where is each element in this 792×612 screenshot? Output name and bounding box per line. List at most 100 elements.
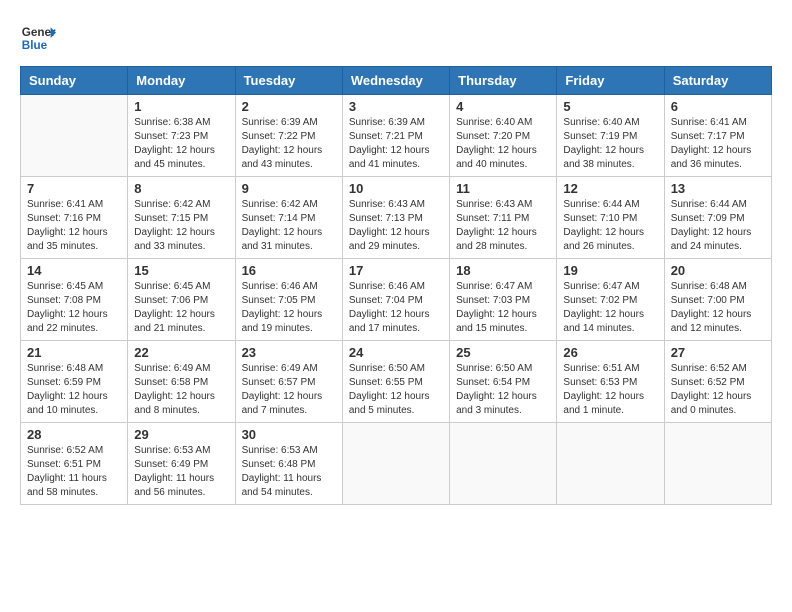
day-info: Sunrise: 6:40 AM Sunset: 7:20 PM Dayligh…	[456, 116, 550, 172]
weekday-header-row: SundayMondayTuesdayWednesdayThursdayFrid…	[21, 67, 772, 95]
calendar-cell: 11Sunrise: 6:43 AM Sunset: 7:11 PM Dayli…	[450, 177, 557, 259]
calendar-cell: 24 Sunrise: 6:50 AM Sunset: 6:55 PM Dayli…	[342, 341, 449, 423]
calendar-cell: 1 Sunrise: 6:38 AM Sunset: 7:23 PM Daylig…	[128, 95, 235, 177]
calendar-cell: 13 Sunrise: 6:44 AM Sunset: 7:09 PM Dayli…	[664, 177, 771, 259]
day-number: 20	[671, 263, 765, 278]
weekday-header-tuesday: Tuesday	[235, 67, 342, 95]
calendar-week-row: 14 Sunrise: 6:45 AM Sunset: 7:08 PM Dayli…	[21, 259, 772, 341]
calendar-cell	[450, 423, 557, 505]
calendar-cell: 12Sunrise: 6:44 AM Sunset: 7:10 PM Dayli…	[557, 177, 664, 259]
calendar-cell: 7 Sunrise: 6:41 AM Sunset: 7:16 PM Daylig…	[21, 177, 128, 259]
calendar-cell: 3Sunrise: 6:39 AM Sunset: 7:21 PM Daylig…	[342, 95, 449, 177]
logo-icon: General Blue	[20, 20, 56, 56]
day-info: Sunrise: 6:53 AM Sunset: 6:49 PM Dayligh…	[134, 444, 228, 500]
weekday-header-sunday: Sunday	[21, 67, 128, 95]
calendar-cell: 17 Sunrise: 6:46 AM Sunset: 7:04 PM Dayli…	[342, 259, 449, 341]
day-info: Sunrise: 6:39 AM Sunset: 7:21 PM Dayligh…	[349, 116, 443, 172]
day-number: 30	[242, 427, 336, 442]
day-info: Sunrise: 6:44 AM Sunset: 7:10 PM Dayligh…	[563, 198, 657, 254]
day-info: Sunrise: 6:40 AM Sunset: 7:19 PM Dayligh…	[563, 116, 657, 172]
calendar-cell: 23Sunrise: 6:49 AM Sunset: 6:57 PM Dayli…	[235, 341, 342, 423]
day-info: Sunrise: 6:49 AM Sunset: 6:57 PM Dayligh…	[242, 362, 336, 418]
calendar-cell: 16Sunrise: 6:46 AM Sunset: 7:05 PM Dayli…	[235, 259, 342, 341]
calendar-cell	[557, 423, 664, 505]
day-info: Sunrise: 6:45 AM Sunset: 7:08 PM Dayligh…	[27, 280, 121, 336]
day-info: Sunrise: 6:38 AM Sunset: 7:23 PM Dayligh…	[134, 116, 228, 172]
day-number: 18	[456, 263, 550, 278]
calendar-cell: 18 Sunrise: 6:47 AM Sunset: 7:03 PM Dayli…	[450, 259, 557, 341]
day-number: 25	[456, 345, 550, 360]
calendar-cell: 29 Sunrise: 6:53 AM Sunset: 6:49 PM Dayli…	[128, 423, 235, 505]
day-info: Sunrise: 6:44 AM Sunset: 7:09 PM Dayligh…	[671, 198, 765, 254]
day-info: Sunrise: 6:41 AM Sunset: 7:16 PM Dayligh…	[27, 198, 121, 254]
calendar-cell: 2 Sunrise: 6:39 AM Sunset: 7:22 PM Daylig…	[235, 95, 342, 177]
calendar-cell: 26Sunrise: 6:51 AM Sunset: 6:53 PM Dayli…	[557, 341, 664, 423]
calendar-cell: 10Sunrise: 6:43 AM Sunset: 7:13 PM Dayli…	[342, 177, 449, 259]
day-info: Sunrise: 6:39 AM Sunset: 7:22 PM Dayligh…	[242, 116, 336, 172]
day-info: Sunrise: 6:49 AM Sunset: 6:58 PM Dayligh…	[134, 362, 228, 418]
weekday-header-friday: Friday	[557, 67, 664, 95]
calendar-week-row: 21 Sunrise: 6:48 AM Sunset: 6:59 PM Dayli…	[21, 341, 772, 423]
day-number: 13	[671, 181, 765, 196]
calendar-week-row: 7 Sunrise: 6:41 AM Sunset: 7:16 PM Daylig…	[21, 177, 772, 259]
day-info: Sunrise: 6:47 AM Sunset: 7:03 PM Dayligh…	[456, 280, 550, 336]
day-info: Sunrise: 6:52 AM Sunset: 6:51 PM Dayligh…	[27, 444, 121, 500]
day-number: 8	[134, 181, 228, 196]
day-number: 9	[242, 181, 336, 196]
day-info: Sunrise: 6:48 AM Sunset: 6:59 PM Dayligh…	[27, 362, 121, 418]
day-info: Sunrise: 6:47 AM Sunset: 7:02 PM Dayligh…	[563, 280, 657, 336]
calendar-cell: 19 Sunrise: 6:47 AM Sunset: 7:02 PM Dayli…	[557, 259, 664, 341]
calendar-cell: 9 Sunrise: 6:42 AM Sunset: 7:14 PM Daylig…	[235, 177, 342, 259]
calendar-cell: 8Sunrise: 6:42 AM Sunset: 7:15 PM Daylig…	[128, 177, 235, 259]
day-number: 1	[134, 99, 228, 114]
day-number: 29	[134, 427, 228, 442]
day-number: 19	[563, 263, 657, 278]
day-info: Sunrise: 6:50 AM Sunset: 6:54 PM Dayligh…	[456, 362, 550, 418]
weekday-header-monday: Monday	[128, 67, 235, 95]
day-number: 7	[27, 181, 121, 196]
day-number: 6	[671, 99, 765, 114]
calendar-cell: 30 Sunrise: 6:53 AM Sunset: 6:48 PM Dayli…	[235, 423, 342, 505]
weekday-header-wednesday: Wednesday	[342, 67, 449, 95]
calendar-cell	[21, 95, 128, 177]
day-info: Sunrise: 6:46 AM Sunset: 7:05 PM Dayligh…	[242, 280, 336, 336]
day-number: 26	[563, 345, 657, 360]
day-number: 4	[456, 99, 550, 114]
day-number: 24	[349, 345, 443, 360]
day-number: 17	[349, 263, 443, 278]
day-number: 11	[456, 181, 550, 196]
day-info: Sunrise: 6:42 AM Sunset: 7:14 PM Dayligh…	[242, 198, 336, 254]
calendar-cell: 4 Sunrise: 6:40 AM Sunset: 7:20 PM Daylig…	[450, 95, 557, 177]
calendar-table: SundayMondayTuesdayWednesdayThursdayFrid…	[20, 66, 772, 505]
day-number: 22	[134, 345, 228, 360]
day-info: Sunrise: 6:46 AM Sunset: 7:04 PM Dayligh…	[349, 280, 443, 336]
calendar-cell: 28Sunrise: 6:52 AM Sunset: 6:51 PM Dayli…	[21, 423, 128, 505]
day-number: 5	[563, 99, 657, 114]
svg-text:Blue: Blue	[22, 39, 48, 52]
day-number: 15	[134, 263, 228, 278]
calendar-cell: 5 Sunrise: 6:40 AM Sunset: 7:19 PM Daylig…	[557, 95, 664, 177]
calendar-week-row: 1 Sunrise: 6:38 AM Sunset: 7:23 PM Daylig…	[21, 95, 772, 177]
calendar-week-row: 28Sunrise: 6:52 AM Sunset: 6:51 PM Dayli…	[21, 423, 772, 505]
day-number: 10	[349, 181, 443, 196]
day-info: Sunrise: 6:48 AM Sunset: 7:00 PM Dayligh…	[671, 280, 765, 336]
day-number: 2	[242, 99, 336, 114]
calendar-cell: 14 Sunrise: 6:45 AM Sunset: 7:08 PM Dayli…	[21, 259, 128, 341]
logo: General Blue	[20, 20, 56, 56]
page-header: General Blue	[20, 20, 772, 56]
calendar-cell: 20 Sunrise: 6:48 AM Sunset: 7:00 PM Dayli…	[664, 259, 771, 341]
calendar-cell: 27 Sunrise: 6:52 AM Sunset: 6:52 PM Dayli…	[664, 341, 771, 423]
day-number: 21	[27, 345, 121, 360]
day-number: 14	[27, 263, 121, 278]
calendar-cell: 22 Sunrise: 6:49 AM Sunset: 6:58 PM Dayli…	[128, 341, 235, 423]
day-info: Sunrise: 6:45 AM Sunset: 7:06 PM Dayligh…	[134, 280, 228, 336]
weekday-header-thursday: Thursday	[450, 67, 557, 95]
day-number: 27	[671, 345, 765, 360]
weekday-header-saturday: Saturday	[664, 67, 771, 95]
day-info: Sunrise: 6:53 AM Sunset: 6:48 PM Dayligh…	[242, 444, 336, 500]
calendar-cell: 25 Sunrise: 6:50 AM Sunset: 6:54 PM Dayli…	[450, 341, 557, 423]
day-info: Sunrise: 6:50 AM Sunset: 6:55 PM Dayligh…	[349, 362, 443, 418]
day-info: Sunrise: 6:52 AM Sunset: 6:52 PM Dayligh…	[671, 362, 765, 418]
calendar-cell	[342, 423, 449, 505]
calendar-cell: 6Sunrise: 6:41 AM Sunset: 7:17 PM Daylig…	[664, 95, 771, 177]
